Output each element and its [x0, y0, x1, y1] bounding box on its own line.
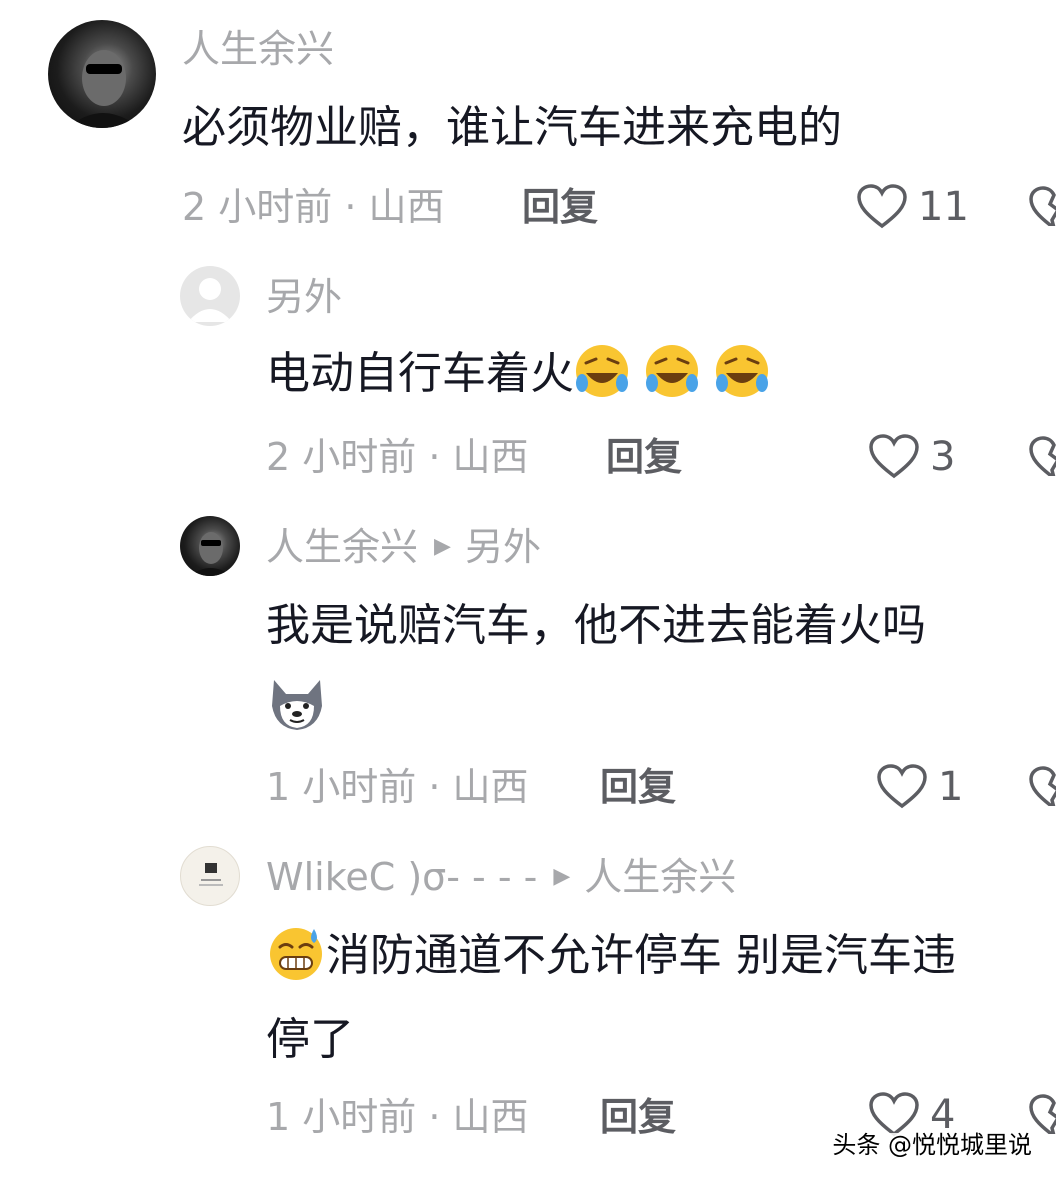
- avatar-photo-icon: [190, 532, 232, 576]
- timestamp-location: 2 小时前 · 山西: [182, 185, 445, 229]
- heart-icon: [857, 184, 907, 229]
- reply-button[interactable]: 回复: [600, 1098, 676, 1136]
- reply-arrow-icon: ▶: [434, 533, 451, 559]
- username[interactable]: 另外: [266, 278, 342, 316]
- dislike-button[interactable]: [1028, 1094, 1056, 1134]
- comment-text-line1: 消防通道不允许停车 别是汽车违: [326, 930, 956, 981]
- comment-thread: 人生余兴 必须物业赔，谁让汽车进来充电的 2 小时前 · 山西 回复 11 另外…: [0, 0, 1056, 1183]
- username[interactable]: 人生余兴: [182, 30, 334, 68]
- avatar[interactable]: [48, 20, 156, 128]
- like-count: 3: [930, 434, 956, 480]
- comment-text-main: 电动自行车着火: [266, 348, 574, 399]
- reply-to-username[interactable]: 人生余兴: [584, 855, 736, 899]
- avatar[interactable]: [180, 846, 240, 906]
- reply-arrow-icon: ▶: [553, 863, 571, 889]
- username-text[interactable]: 人生余兴: [266, 525, 418, 569]
- timestamp-location: 1 小时前 · 山西: [266, 1095, 529, 1139]
- username[interactable]: 人生余兴 ▶ 另外: [266, 528, 541, 566]
- laugh-cry-emoji-icon: [576, 345, 768, 397]
- username-text[interactable]: WlikeC )σ- - - -: [266, 855, 537, 899]
- reply-button[interactable]: 回复: [522, 188, 598, 226]
- timestamp-location: 1 小时前 · 山西: [266, 765, 529, 809]
- dislike-button[interactable]: [1028, 766, 1056, 806]
- like-button[interactable]: 3: [868, 434, 955, 480]
- like-button[interactable]: 1: [876, 764, 963, 810]
- dog-emoji-icon: [272, 680, 322, 730]
- heart-icon: [869, 434, 919, 479]
- comment-text: 必须物业赔，谁让汽车进来充电的: [182, 102, 842, 153]
- avatar-photo-icon: [68, 50, 140, 128]
- heart-icon: [877, 764, 927, 809]
- avatar[interactable]: [180, 266, 240, 326]
- like-button[interactable]: 11: [856, 184, 969, 230]
- like-count: 11: [918, 184, 969, 230]
- broken-heart-icon: [1029, 186, 1056, 226]
- watermark: 头条 @悦悦城里说: [832, 1131, 1032, 1159]
- dislike-button[interactable]: [1028, 436, 1056, 476]
- broken-heart-icon: [1029, 1094, 1056, 1134]
- timestamp-location: 2 小时前 · 山西: [266, 435, 529, 479]
- comment-text: 我是说赔汽车，他不进去能着火吗: [266, 600, 926, 651]
- username[interactable]: WlikeC )σ- - - - ▶ 人生余兴: [266, 858, 736, 896]
- avatar[interactable]: [180, 516, 240, 576]
- broken-heart-icon: [1029, 766, 1056, 806]
- comment-text-line2: 停了: [266, 1014, 354, 1065]
- like-count: 1: [938, 764, 964, 810]
- default-user-icon: [188, 278, 232, 322]
- comment-text: 消防通道不允许停车 别是汽车违: [266, 928, 956, 981]
- comment-text: 电动自行车着火: [266, 345, 772, 399]
- like-count: 4: [930, 1092, 956, 1138]
- dislike-button[interactable]: [1028, 186, 1056, 226]
- reply-button[interactable]: 回复: [600, 768, 676, 806]
- reply-button[interactable]: 回复: [606, 438, 682, 476]
- sweat-grin-emoji-icon: [270, 928, 322, 980]
- broken-heart-icon: [1029, 436, 1056, 476]
- brand-logo-icon: [199, 863, 223, 886]
- reply-to-username[interactable]: 另外: [465, 525, 541, 569]
